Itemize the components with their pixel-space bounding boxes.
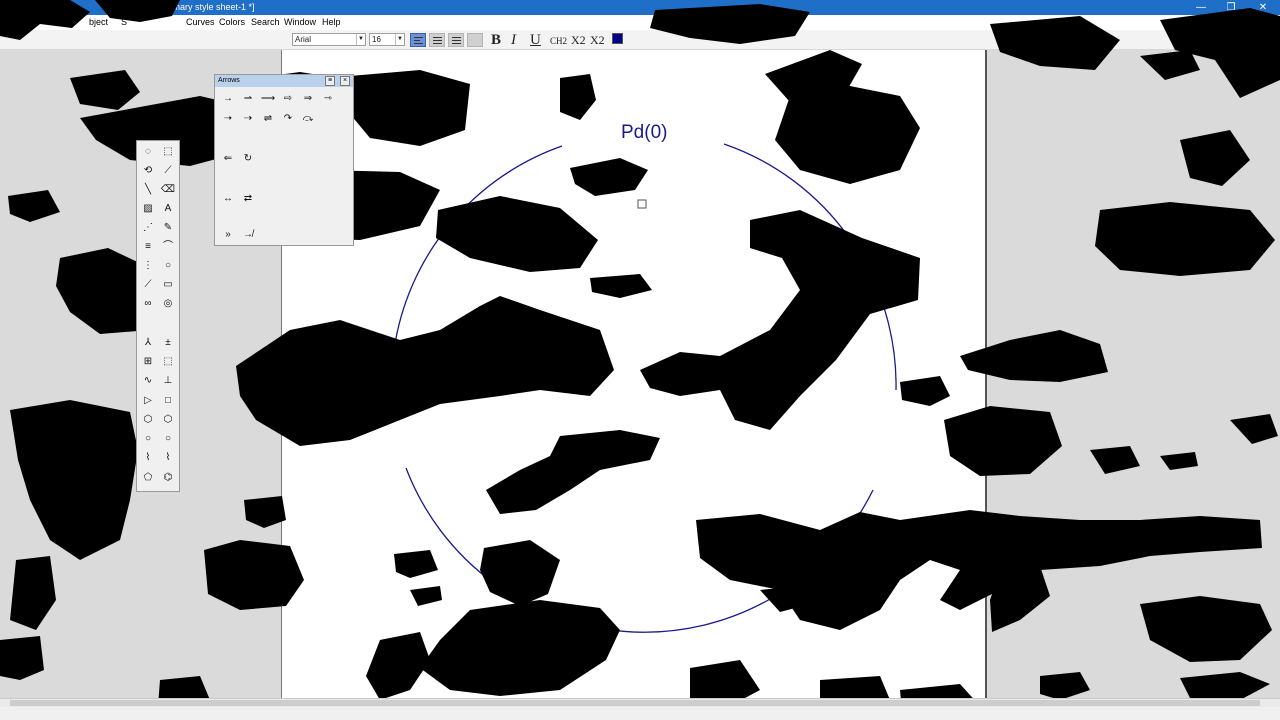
font-value: Arial — [295, 35, 312, 44]
arc-icon[interactable]: ⌒ — [159, 238, 177, 255]
font-select[interactable]: Arial ▼ — [292, 33, 366, 46]
chain-icon[interactable]: ⟋ — [139, 276, 157, 293]
arrow-both-icon[interactable]: ⇄ — [239, 191, 257, 207]
align-center-button[interactable] — [429, 33, 445, 47]
rectangle-icon[interactable]: ▭ — [159, 276, 177, 293]
template-icon[interactable]: ◎ — [159, 295, 177, 312]
minimize-button[interactable]: — — [1186, 0, 1216, 15]
arrow-retro-icon[interactable]: ⇐ — [219, 151, 237, 167]
dashed-bond-icon[interactable]: ⋰ — [139, 219, 157, 236]
arrow-curved-icon[interactable]: ↷ — [279, 111, 297, 127]
menu-help[interactable]: Help — [322, 15, 341, 30]
arrow-open-icon[interactable]: ⇾ — [319, 91, 337, 107]
subscript-button[interactable]: X2 — [571, 32, 586, 48]
arrow-bold-icon[interactable]: ➝ — [219, 111, 237, 127]
circle-icon[interactable]: ○ — [159, 257, 177, 274]
hatch-icon[interactable]: ▨ — [139, 200, 157, 217]
align-left-button[interactable] — [410, 33, 426, 47]
wedge-icon[interactable]: ⋮ — [139, 257, 157, 274]
arrows-palette[interactable]: Arrows ≡ × → ⇀ ⟶ ⇨ ⇒ ⇾ ➝ ⇢ ⇌ ↷ ⤼ ⇐ ↻ ↔ ⇄… — [214, 74, 354, 246]
rotate-icon[interactable]: ⟲ — [139, 162, 157, 179]
marquee-icon[interactable]: ⬚ — [159, 143, 177, 160]
stamp-icon[interactable]: ⊥ — [159, 372, 177, 389]
arrow-multi-icon[interactable]: » — [219, 227, 237, 243]
underline-button[interactable]: U — [530, 32, 541, 48]
frame-icon[interactable]: ⬚ — [159, 353, 177, 370]
text-icon[interactable]: A — [159, 200, 177, 217]
arrow-long-icon[interactable]: ⟶ — [259, 91, 277, 107]
curve-icon[interactable]: ∿ — [139, 372, 157, 389]
arrow-equilibrium-icon[interactable]: ⇌ — [259, 111, 277, 127]
application-window: C ummary style sheet-1 *] — ❐ ✕ bject S … — [0, 0, 1280, 720]
circle-shape-icon[interactable]: ○ — [159, 430, 177, 447]
arrows-palette-header[interactable]: Arrows ≡ × — [215, 75, 353, 87]
text-color-button[interactable] — [612, 33, 623, 44]
font-size-value: 16 — [372, 35, 381, 44]
arrow-double-line-icon[interactable]: ⇒ — [299, 91, 317, 107]
tools-palette[interactable]: ◌ ⬚ ⟲ ⟋ ╲ ⌫ ▨ A ⋰ ✎ ≡ ⌒ ⋮ ○ ⟋ ▭ ∞ ◎ ⅄ ± … — [136, 140, 180, 492]
superscript-button[interactable]: X2 — [590, 32, 605, 48]
align-right-button[interactable] — [448, 33, 464, 47]
pd0-label[interactable]: Pd(0) — [621, 122, 667, 143]
play-icon[interactable]: ▷ — [139, 392, 157, 409]
justify-button[interactable] — [467, 33, 483, 47]
cyclohexane-icon[interactable]: ⬡ — [139, 411, 157, 428]
chevron-down-icon: ▼ — [395, 34, 404, 45]
palette-close-icon[interactable]: × — [340, 76, 350, 86]
chevron-down-icon: ▼ — [356, 34, 365, 45]
arrow-hollow-icon[interactable]: ⇨ — [279, 91, 297, 107]
horizontal-scrollbar[interactable] — [0, 698, 1280, 707]
palette-menu-icon[interactable]: ≡ — [325, 76, 335, 86]
sub-icon[interactable]: ⅄ — [139, 334, 157, 351]
arrows-palette-title: Arrows — [218, 77, 240, 84]
orbital-icon[interactable]: ∞ — [139, 295, 157, 312]
arrow-resonance-icon[interactable]: ↔ — [219, 191, 237, 207]
arrow-loop-icon[interactable]: ↻ — [239, 151, 257, 167]
cyclopentane-icon[interactable]: ⬠ — [139, 469, 157, 486]
status-bar — [0, 707, 1280, 720]
pen-icon[interactable]: ✎ — [159, 219, 177, 236]
menu-search[interactable]: Search — [251, 15, 280, 30]
multi-bond-icon[interactable]: ≡ — [139, 238, 157, 255]
eraser-icon[interactable]: ⌫ — [159, 181, 177, 198]
ring-icon[interactable]: ○ — [139, 430, 157, 447]
title-bar: C ummary style sheet-1 *] — ❐ ✕ — [0, 0, 1280, 15]
arrow-half-icon[interactable]: ⇀ — [239, 91, 257, 107]
square-icon[interactable]: □ — [159, 392, 177, 409]
benzene-icon[interactable]: ⌬ — [159, 469, 177, 486]
bold-button[interactable]: B — [491, 32, 501, 48]
chair-icon[interactable]: ⌇ — [139, 449, 157, 466]
bond-icon[interactable]: ⟋ — [159, 162, 177, 179]
menu-colors[interactable]: Colors — [219, 15, 245, 30]
arrow-simple-icon[interactable]: → — [219, 91, 237, 107]
lasso-icon[interactable]: ◌ — [139, 143, 157, 160]
italic-button[interactable]: I — [511, 32, 516, 48]
hexagon-icon[interactable]: ⬡ — [159, 411, 177, 428]
font-size-select[interactable]: 16 ▼ — [369, 33, 405, 46]
menu-object[interactable]: bject — [89, 15, 108, 30]
scrollbar-thumb[interactable] — [10, 700, 1260, 706]
boat-icon[interactable]: ⌇ — [159, 449, 177, 466]
menu-window[interactable]: Window — [284, 15, 316, 30]
arrow-curved-half-icon[interactable]: ⤼ — [299, 111, 317, 127]
arrow-no-go-icon[interactable]: ↛ — [239, 227, 257, 243]
atom-map-icon[interactable]: ± — [159, 334, 177, 351]
chemical-formula-button[interactable]: CH2 — [550, 33, 567, 49]
table-icon[interactable]: ⊞ — [139, 353, 157, 370]
arrow-dashed-icon[interactable]: ⇢ — [239, 111, 257, 127]
menu-curves[interactable]: Curves — [186, 15, 215, 30]
line-icon[interactable]: ╲ — [139, 181, 157, 198]
